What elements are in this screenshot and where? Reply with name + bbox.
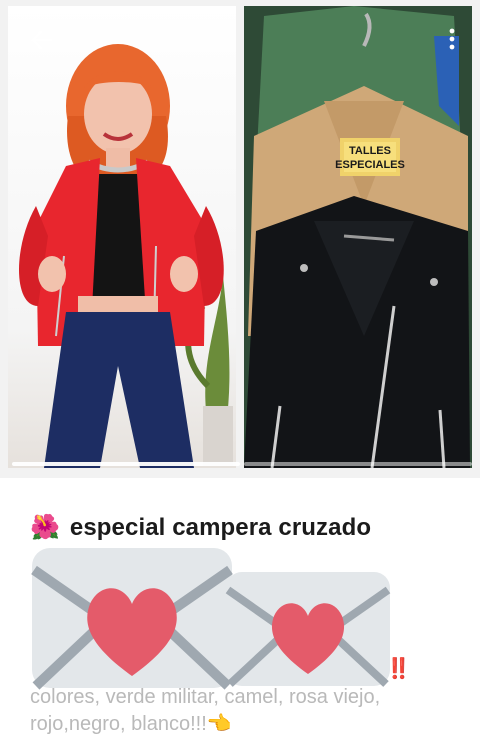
product-photo-model[interactable] <box>8 6 236 468</box>
bottom-fade <box>0 735 480 753</box>
progress-segment <box>244 462 472 466</box>
love-letter-stickers <box>30 546 392 690</box>
post-caption: 🌺 especial campera cruzado <box>30 512 460 544</box>
progress-segment <box>12 462 240 466</box>
woman-red-jacket-illustration <box>18 44 233 468</box>
svg-text:ESPECIALES: ESPECIALES <box>335 159 405 171</box>
arrow-left-icon <box>31 30 53 50</box>
svg-text:TALLES: TALLES <box>349 145 391 157</box>
jackets-on-hangers-illustration: TALLES ESPECIALES <box>244 6 472 468</box>
love-letter-envelope-icon <box>31 548 391 690</box>
hibiscus-icon: 🌺 <box>30 514 60 541</box>
back-button[interactable] <box>22 22 62 58</box>
post-title: especial campera cruzado <box>69 514 372 541</box>
gallery-progress <box>12 462 472 466</box>
post-title-row: 🌺 especial campera cruzado <box>30 512 460 544</box>
product-photo-jackets[interactable]: TALLES ESPECIALES <box>244 6 472 468</box>
post-description: colores, verde militar, camel, rosa viej… <box>30 686 381 735</box>
more-vertical-icon <box>449 28 455 50</box>
media-gallery[interactable]: TALLES ESPECIALES <box>0 0 480 478</box>
more-options-button[interactable] <box>444 24 460 54</box>
